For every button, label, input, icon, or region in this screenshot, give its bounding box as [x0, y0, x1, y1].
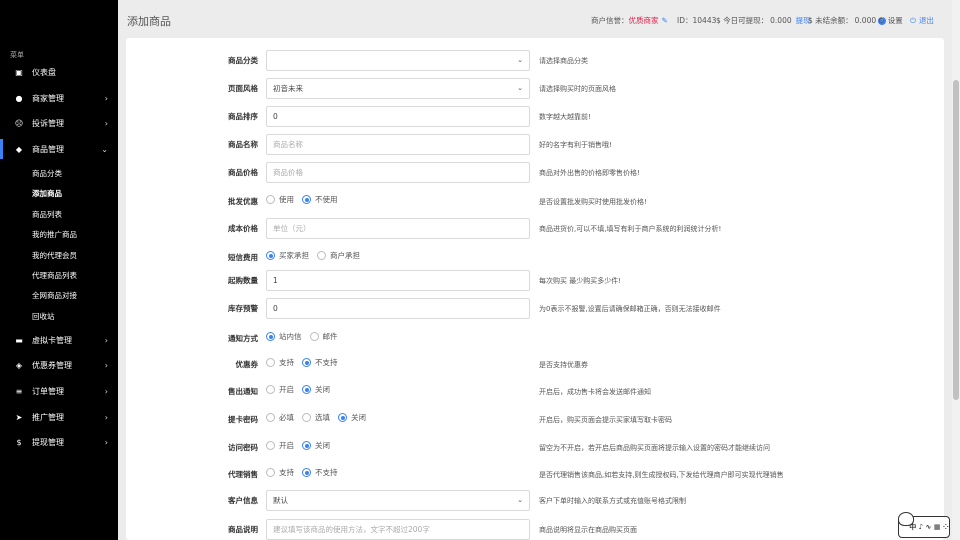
agent-sale-yes-radio[interactable]: 支持 — [266, 467, 294, 478]
gear-icon: ⚙ — [878, 16, 885, 25]
wholesale-use-radio[interactable]: 使用 — [266, 194, 294, 205]
sms-buyer-radio[interactable]: 买家承担 — [266, 250, 309, 261]
agent-sale-radios: 支持 不支持 — [266, 467, 346, 478]
chevron-down-icon: ⌄ — [517, 496, 523, 504]
pickup-off-radio[interactable]: 关闭 — [338, 412, 366, 423]
coupon-no-radio[interactable]: 不支持 — [302, 357, 338, 368]
form-card: 商品分类 ⌄ 请选择商品分类 页面风格 初音未来 ⌄ 请选择购买时的页面风格 商品… — [126, 38, 944, 540]
nav-withdraw[interactable]: $ 提现管理 › — [0, 430, 118, 454]
chevron-down-icon: ⌄ — [517, 56, 523, 64]
visit-pwd-off-radio[interactable]: 关闭 — [302, 440, 330, 451]
notify-email-radio[interactable]: 邮件 — [309, 331, 338, 342]
header: 添加商品 商户信誉： 优质商家 ✎ ID： 10443 $ 今日可提现： 0.0… — [118, 0, 960, 38]
settings-button[interactable]: ⚙ 设置 — [878, 15, 903, 26]
merchant-credit: 商户信誉： 优质商家 ✎ — [591, 16, 668, 25]
mascot-icon — [898, 512, 914, 526]
visit-pwd-radios: 开启 关闭 — [266, 440, 338, 451]
name-input[interactable]: 商品名称 — [266, 134, 530, 155]
agent-sale-no-radio[interactable]: 不支持 — [302, 467, 338, 478]
power-icon: ⏻ — [910, 15, 916, 25]
coupon-radios: 支持 不支持 — [266, 357, 346, 368]
sub-goods-list[interactable]: 商品列表 — [32, 209, 62, 220]
sub-my-promo-goods[interactable]: 我的推广商品 — [32, 229, 77, 240]
description-textarea[interactable]: 建议填写该商品的使用方法，文字不超过200字 — [266, 519, 530, 540]
cost-input[interactable]: 单位（元） — [266, 218, 530, 239]
sort-input[interactable]: 0 — [266, 106, 530, 127]
chevron-right-icon: › — [104, 118, 108, 128]
notify-site-radio[interactable]: 站内信 — [266, 331, 302, 342]
chevron-right-icon: › — [104, 386, 108, 396]
logout-button[interactable]: ⏻ 退出 — [910, 15, 934, 26]
nav-coupon[interactable]: ◈ 优惠券管理 › — [0, 353, 118, 377]
merchant-id: ID： 10443 — [677, 16, 717, 25]
stock-alert-input[interactable]: 0 — [266, 298, 530, 319]
sold-notify-on-radio[interactable]: 开启 — [266, 384, 294, 395]
nav-goods[interactable]: ◆ 商品管理 ⌄ — [0, 137, 118, 161]
page-scrollbar[interactable] — [952, 0, 960, 540]
pickup-required-radio[interactable]: 必填 — [266, 412, 294, 423]
chevron-right-icon: › — [104, 360, 108, 370]
price-input[interactable]: 商品价格 — [266, 162, 530, 183]
notify-radios: 站内信 邮件 — [266, 331, 346, 342]
credit-badge: 优质商家 — [628, 16, 659, 25]
sold-notify-off-radio[interactable]: 关闭 — [302, 384, 330, 395]
sub-add-goods[interactable]: 添加商品 — [32, 188, 62, 199]
coupon-yes-radio[interactable]: 支持 — [266, 357, 294, 368]
chevron-right-icon: › — [104, 93, 108, 103]
page-title: 添加商品 — [127, 15, 171, 28]
nav-merchant[interactable]: ● 商家管理 › — [0, 86, 118, 110]
min-qty-input[interactable]: 1 — [266, 270, 530, 291]
unsettled-balance: $ 未结余额： 0.000 ? — [808, 15, 887, 26]
nav-promotion[interactable]: ➤ 推广管理 › — [0, 405, 118, 429]
user-icon: ● — [15, 93, 23, 103]
nav-dashboard[interactable]: ▣ 仪表盘 — [0, 60, 118, 84]
wholesale-nouse-radio[interactable]: 不使用 — [302, 194, 338, 205]
chevron-right-icon: › — [104, 412, 108, 422]
sms-merchant-radio[interactable]: 商户承担 — [317, 250, 360, 261]
list-icon: ≡ — [15, 386, 23, 396]
sms-fee-radios: 买家承担 商户承担 — [266, 250, 368, 261]
sidebar: 菜单 ▣ 仪表盘 ● 商家管理 › ☹ 投诉管理 › ◆ 商品管理 ⌄ 商品分类… — [0, 0, 118, 540]
sold-notify-radios: 开启 关闭 — [266, 384, 338, 395]
sub-agent-goods[interactable]: 代理商品列表 — [32, 270, 77, 281]
wholesale-radios: 使用 不使用 — [266, 194, 346, 205]
customer-info-select[interactable]: 默认 ⌄ — [266, 490, 530, 511]
sub-my-agents[interactable]: 我的代理会员 — [32, 250, 77, 261]
dashboard-icon: ▣ — [15, 67, 23, 77]
nav-complaint[interactable]: ☹ 投诉管理 › — [0, 111, 118, 135]
edit-icon: ✎ — [661, 16, 668, 25]
tag-icon: ◈ — [15, 360, 23, 370]
chevron-down-icon: ⌄ — [517, 84, 523, 92]
withdrawable: $ 今日可提现： 0.000 提现 — [716, 16, 811, 25]
style-select[interactable]: 初音未来 ⌄ — [266, 78, 530, 99]
visit-pwd-on-radio[interactable]: 开启 — [266, 440, 294, 451]
chevron-right-icon: › — [104, 335, 108, 345]
complaint-icon: ☹ — [14, 118, 24, 128]
menu-title: 菜单 — [10, 51, 24, 59]
chevron-right-icon: › — [104, 437, 108, 447]
pickup-optional-radio[interactable]: 选填 — [302, 412, 330, 423]
category-select[interactable]: ⌄ — [266, 50, 530, 71]
scrollbar-thumb[interactable] — [953, 80, 959, 400]
shopping-bag-icon: ◆ — [15, 144, 23, 154]
nav-virtual-card[interactable]: ▬ 虚拟卡管理 › — [0, 328, 118, 352]
chevron-down-icon: ⌄ — [101, 144, 108, 154]
nav-order[interactable]: ≡ 订单管理 › — [0, 379, 118, 403]
sub-goods-category[interactable]: 商品分类 — [32, 168, 62, 179]
card-icon: ▬ — [15, 335, 23, 345]
send-icon: ➤ — [15, 412, 23, 422]
sub-recycle-bin[interactable]: 回收站 — [32, 311, 55, 322]
pickup-pwd-radios: 必填 选填 关闭 — [266, 412, 374, 423]
dollar-icon: $ — [16, 437, 22, 447]
sub-network-goods[interactable]: 全网商品对接 — [32, 290, 77, 301]
